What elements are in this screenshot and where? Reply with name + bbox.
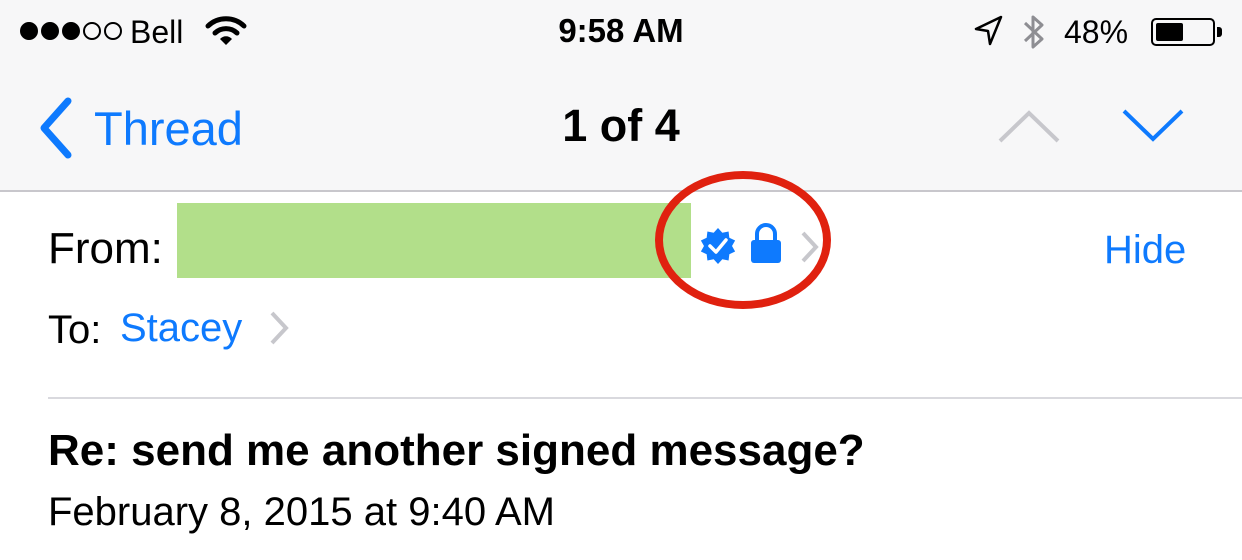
battery-tip xyxy=(1217,27,1222,37)
bluetooth-icon xyxy=(1020,12,1048,57)
up-arrow-icon xyxy=(998,110,1060,143)
status-bar: Bell 9:58 AM 48% xyxy=(0,0,1242,64)
to-label: To: xyxy=(48,308,102,352)
from-label: From: xyxy=(48,224,163,273)
down-arrow-icon xyxy=(1122,109,1184,142)
redacted-sender xyxy=(177,203,691,278)
message-date: February 8, 2015 at 9:40 AM xyxy=(48,490,555,534)
previous-message-button[interactable] xyxy=(997,108,1061,149)
chevron-right-icon[interactable] xyxy=(268,310,290,351)
next-message-button[interactable] xyxy=(1121,108,1185,149)
battery-icon xyxy=(1151,18,1215,46)
top-bar: Bell 9:58 AM 48% Thread 1 of 4 xyxy=(0,0,1242,192)
highlight-circle xyxy=(655,171,831,309)
hide-button[interactable]: Hide xyxy=(1104,228,1186,273)
battery-percent: 48% xyxy=(1064,14,1129,50)
battery-fill xyxy=(1156,23,1183,41)
divider xyxy=(48,397,1242,399)
recipient-name[interactable]: Stacey xyxy=(120,306,242,351)
message-subject: Re: send me another signed message? xyxy=(48,426,865,475)
status-time: 9:58 AM xyxy=(558,12,684,49)
location-arrow-icon xyxy=(972,14,1004,53)
